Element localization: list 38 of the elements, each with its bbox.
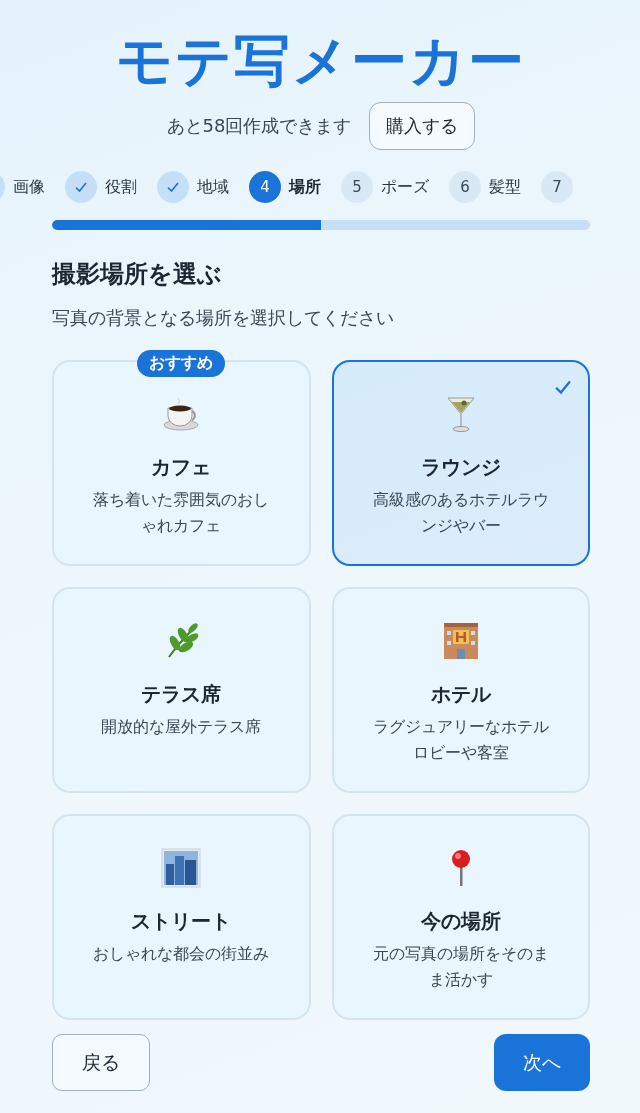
location-option-card[interactable]: ホテル ラグジュアリーなホテルロビーや客室 <box>331 587 590 793</box>
location-option-card[interactable]: ラウンジ 高級感のあるホテルラウンジやバー <box>331 360 590 566</box>
step-label: 役割 <box>105 176 137 198</box>
location-option-card[interactable]: 今の場所 元の写真の場所をそのまま活かす <box>331 814 590 1020</box>
option-title: 今の場所 <box>420 908 501 935</box>
option-description: ラグジュアリーなホテルロビーや客室 <box>371 716 550 764</box>
option-description: 高級感のあるホテルラウンジやバー <box>371 489 550 537</box>
option-description: 元の写真の場所をそのまま活かす <box>371 943 550 991</box>
location-option-card[interactable]: テラス席 開放的な屋外テラス席 <box>52 587 311 793</box>
step-circle: 4 <box>249 171 281 203</box>
recommended-badge: おすすめ <box>137 350 226 377</box>
option-title: ラウンジ <box>420 454 501 481</box>
next-button[interactable]: 次へ <box>494 1034 590 1091</box>
purchase-button[interactable]: 購入する <box>369 102 476 150</box>
step-label: 画像 <box>13 176 45 198</box>
location-option-card[interactable]: ストリート おしゃれな都会の街並み <box>52 814 311 1020</box>
option-title: テラス席 <box>141 681 222 708</box>
back-button[interactable]: 戻る <box>52 1034 150 1091</box>
option-title: ホテル <box>430 681 491 708</box>
step-circle: 7 <box>541 171 573 203</box>
option-title: ストリート <box>131 908 232 935</box>
remaining-count-text: あと58回作成できます <box>166 114 352 138</box>
step-label: 場所 <box>289 176 321 198</box>
step-label: 髪型 <box>489 176 521 198</box>
step-circle: 5 <box>341 171 373 203</box>
option-description: 開放的な屋外テラス席 <box>100 716 263 738</box>
app-title: モテ写メーカー <box>115 27 527 95</box>
option-description: おしゃれな都会の街並み <box>92 943 271 965</box>
city-buildings-icon <box>161 848 202 888</box>
option-description: 落ち着いた雰囲気のおしゃれカフェ <box>92 489 271 537</box>
step-circle: 6 <box>449 171 481 203</box>
coffee-cup-icon <box>161 396 202 432</box>
option-title: カフェ <box>151 454 212 481</box>
step-label: ポーズ <box>381 176 429 198</box>
section-description: 写真の背景となる場所を選択してください <box>52 306 395 330</box>
step-label: 地域 <box>197 176 229 198</box>
section-heading: 撮影場所を選ぶ <box>52 259 223 290</box>
cocktail-glass-icon <box>445 394 476 434</box>
